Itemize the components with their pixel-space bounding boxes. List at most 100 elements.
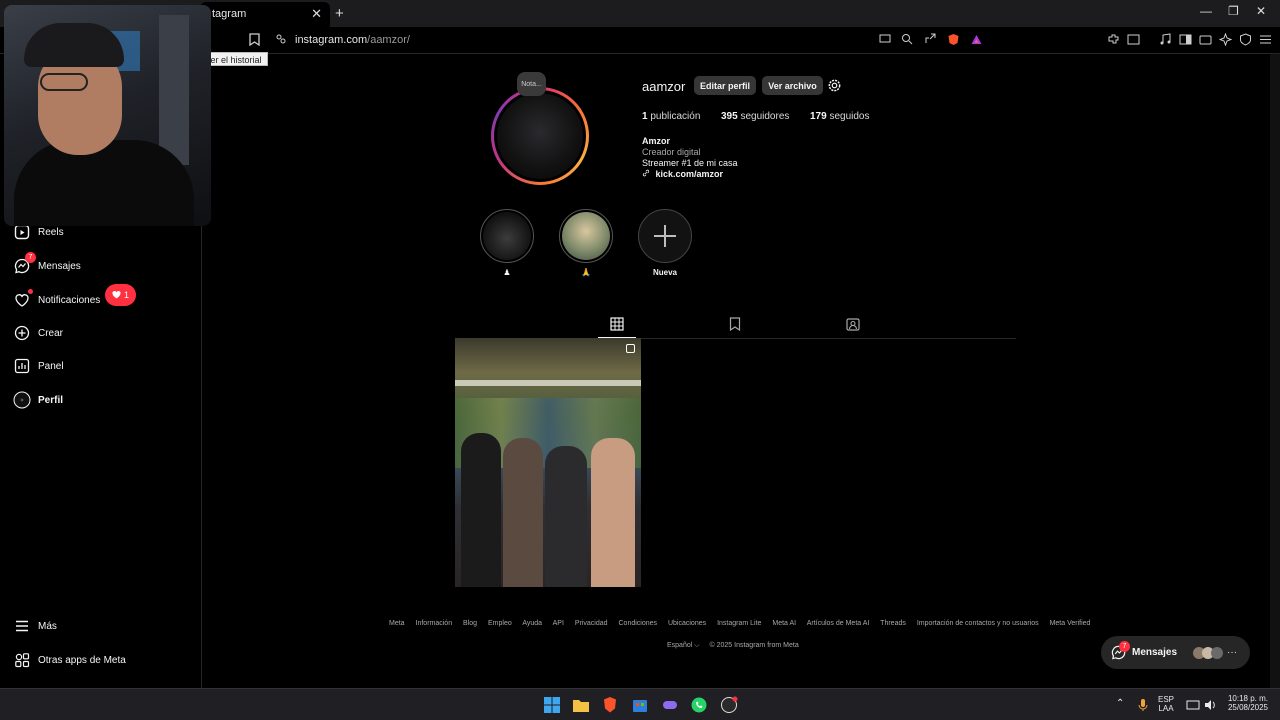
share-icon[interactable] [924,33,936,45]
tagged-tab-icon[interactable] [846,317,860,331]
stat-followers-label: seguidores [740,111,790,122]
microsoft-store-icon[interactable] [631,696,649,714]
recent-chats-avatars [1193,646,1224,659]
screenshot-icon[interactable] [1127,33,1140,46]
sidebar-item-notificaciones[interactable]: Notificaciones [12,288,100,312]
sidebar-item-panel[interactable]: Panel [12,354,64,378]
minimize-button[interactable]: — [1200,4,1212,18]
footer-link[interactable]: API [553,620,564,627]
footer-link[interactable]: Empleo [488,620,512,627]
obs-icon[interactable] [720,696,738,714]
footer-link[interactable]: Meta Verified [1050,620,1091,627]
plus-square-icon [12,323,32,343]
footer-link[interactable]: Información [416,620,453,627]
whatsapp-icon[interactable] [690,696,708,714]
messages-floating-button[interactable]: 7 Mensajes ··· [1101,636,1250,669]
footer-bottom: Español ⌵ © 2025 Instagram from Meta [667,642,799,650]
cast-icon[interactable] [879,33,891,45]
footer-link[interactable]: Artículos de Meta AI [807,620,870,627]
tab-title: tagram [212,8,247,20]
posts-grid-tab-icon[interactable] [610,317,624,331]
highlight-2[interactable] [559,209,613,263]
saved-tab-icon[interactable] [728,317,742,331]
messages-pill-badge: 7 [1119,641,1130,652]
footer-link[interactable]: Importación de contactos y no usuarios [917,620,1039,627]
browser-menu-icon[interactable] [1259,33,1272,46]
footer-link[interactable]: Privacidad [575,620,608,627]
url-field[interactable]: instagram.com/aamzor/ [295,34,410,46]
post-railing [455,380,641,386]
sidebar-item-label: Notificaciones [38,294,101,306]
profile-avatar[interactable] [491,87,589,185]
footer-link[interactable]: Meta [389,620,405,627]
brave-browser-icon[interactable] [601,696,619,714]
tab-close-button[interactable]: ✕ [311,6,322,22]
plus-icon [654,225,676,247]
language-indicator[interactable]: ESP LAA [1158,695,1174,713]
view-archive-button[interactable]: Ver archivo [762,76,823,95]
footer-link[interactable]: Ubicaciones [668,620,706,627]
highlight-1-image [483,212,531,260]
bio-link[interactable]: kick.com/amzor [642,169,723,179]
language-bottom: LAA [1158,704,1174,713]
sidebar-item-otras-apps[interactable]: Otras apps de Meta [12,648,126,672]
extensions-icon[interactable] [1107,33,1120,46]
sidebar-item-perfil[interactable]: Perfil [12,388,63,412]
wallet-icon[interactable] [1199,33,1212,46]
close-window-button[interactable]: ✕ [1256,4,1266,18]
clock-date: 25/08/2025 [1227,703,1269,712]
sidebar-item-label: Perfil [38,394,64,406]
network-icon[interactable] [1186,698,1200,712]
new-tab-button[interactable]: + [335,5,344,22]
stat-followers[interactable]: 395 seguidores [721,111,789,122]
chevron-down-icon[interactable]: ⌵ [694,642,699,649]
bookmark-icon[interactable] [249,33,260,46]
brave-shield-icon[interactable] [947,33,960,46]
meta-apps-icon [12,650,32,670]
clock-time: 10:18 p. m. [1227,694,1269,703]
sidebar-item-label: Más [38,620,57,632]
maximize-button[interactable]: ❐ [1228,4,1239,18]
stat-followers-count: 395 [721,111,738,122]
language-selector[interactable]: Español [667,642,692,649]
footer-link[interactable]: Ayuda [522,620,542,627]
leo-ai-icon[interactable] [1219,33,1232,46]
edit-profile-button[interactable]: Editar perfil [694,76,756,95]
note-bubble[interactable]: Nota... [517,72,546,96]
sidebar-item-crear[interactable]: Crear [12,321,63,345]
footer-link[interactable]: Blog [463,620,477,627]
footer-link[interactable]: Threads [880,620,906,627]
browser-tab[interactable]: tagram ✕ [200,2,330,27]
sidebar-item-mensajes[interactable]: 7 Mensajes [12,252,81,278]
footer-link[interactable]: Instagram Lite [717,620,761,627]
gear-icon[interactable] [827,78,842,93]
zoom-icon[interactable] [901,33,913,45]
site-settings-icon[interactable] [275,33,287,45]
brave-rewards-icon[interactable] [970,33,983,46]
stat-following[interactable]: 179 seguidos [810,111,870,122]
chevron-up-icon[interactable]: ⌃ [1116,698,1124,709]
new-highlight-button[interactable] [638,209,692,263]
game-controller-icon[interactable] [661,696,679,714]
page-scrollbar[interactable] [1270,54,1280,688]
heart-filled-icon [112,291,121,299]
avatar-icon [12,390,32,410]
vpn-icon[interactable] [1239,33,1252,46]
post-person-4 [591,438,635,587]
system-clock[interactable]: 10:18 p. m. 25/08/2025 [1222,694,1274,712]
post-person-1 [461,433,501,587]
sidebar-toggle-icon[interactable] [1179,33,1192,46]
media-icon[interactable] [1159,33,1172,46]
bio-text: Streamer #1 de mi casa [642,158,738,168]
file-explorer-icon[interactable] [572,696,590,714]
highlight-1[interactable] [480,209,534,263]
post-thumbnail[interactable] [455,338,641,587]
sidebar-item-label: Reels [38,226,64,238]
footer-link[interactable]: Meta AI [772,620,796,627]
windows-start-icon[interactable] [543,696,561,714]
footer-link[interactable]: Condiciones [619,620,658,627]
notification-count: 1 [123,290,129,300]
volume-icon[interactable] [1203,698,1217,712]
sidebar-item-mas[interactable]: Más [12,614,57,638]
microphone-icon[interactable] [1136,698,1150,712]
